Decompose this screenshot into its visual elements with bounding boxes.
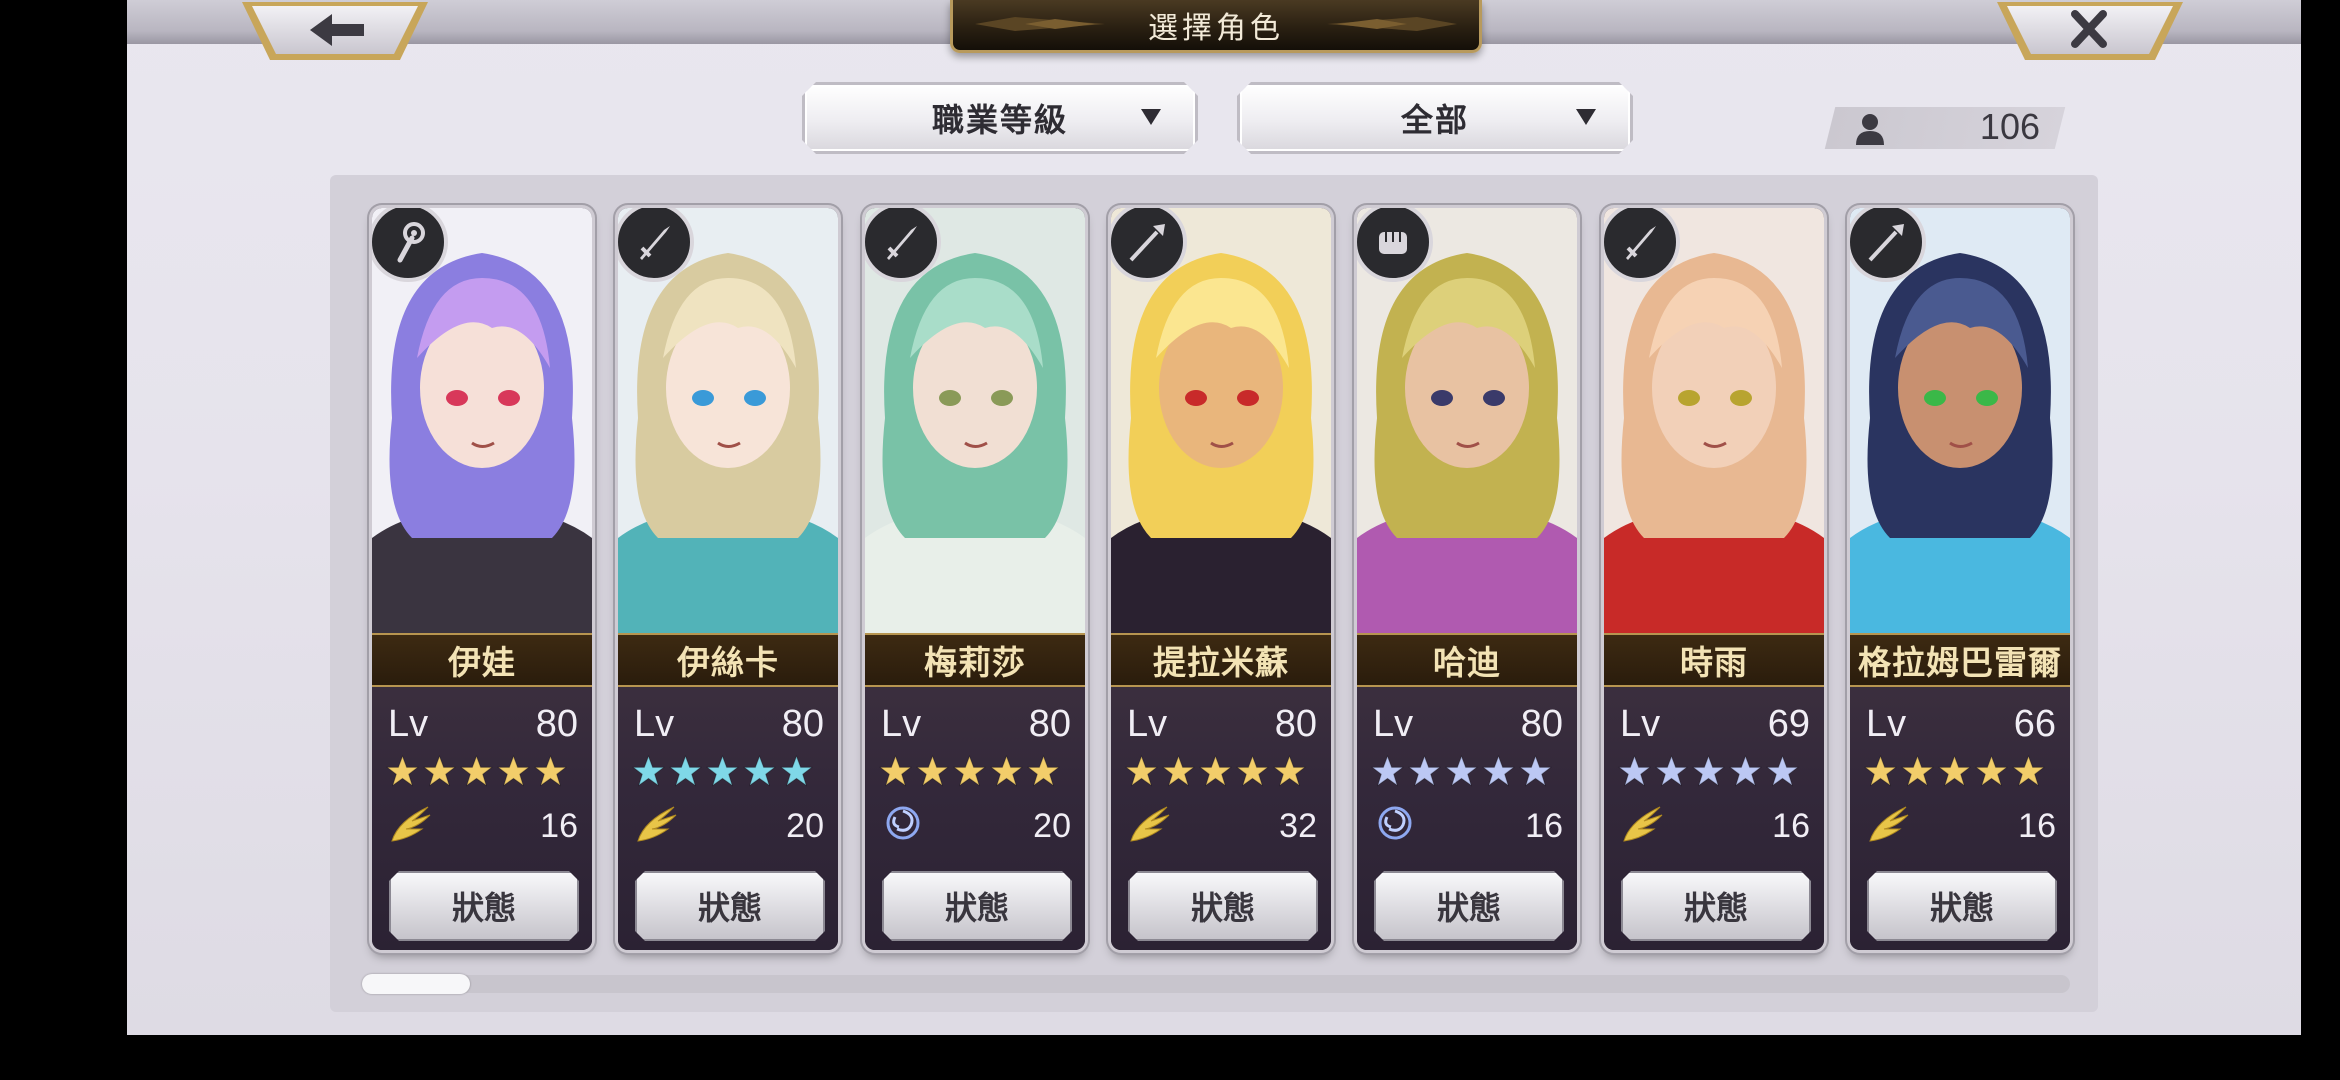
rarity-stars: [879, 755, 1060, 788]
job-level-dropdown-label: 職業等級: [931, 101, 1068, 139]
stat-value: 20: [1033, 807, 1071, 845]
status-button-label: 狀態: [1190, 889, 1255, 927]
status-button-label: 狀態: [1436, 889, 1501, 927]
rarity-stars: [632, 755, 813, 788]
character-card[interactable]: 時雨 Lv 69 16 狀態: [1604, 208, 1824, 950]
title-ornament-right: [1327, 17, 1457, 31]
stat-value: 20: [786, 807, 824, 845]
level-value: 80: [535, 703, 578, 745]
character-name-plate: 提拉米蘇: [1111, 633, 1331, 687]
rarity-stars: [1864, 755, 2045, 788]
character-info: Lv 69 16 狀態: [1604, 683, 1824, 950]
character-card[interactable]: 伊娃 Lv 80 16 狀態: [372, 208, 592, 950]
back-button-frame: [242, 2, 428, 60]
character-name: 伊絲卡: [677, 643, 779, 682]
character-name: 伊娃: [448, 643, 516, 682]
character-info: Lv 80 20 狀態: [865, 683, 1085, 950]
character-name-plate: 梅莉莎: [865, 633, 1085, 687]
character-info: Lv 66 16 狀態: [1850, 683, 2070, 950]
stat-value: 16: [1525, 807, 1563, 845]
character-card[interactable]: 格拉姆巴雷爾 Lv 66 16 狀態: [1850, 208, 2070, 950]
status-button[interactable]: 狀態: [1867, 871, 2057, 941]
status-button[interactable]: 狀態: [1621, 871, 1811, 941]
category-dropdown[interactable]: 全部: [1237, 82, 1633, 154]
category-dropdown-label: 全部: [1400, 101, 1469, 139]
page-title: 選擇角色: [1148, 11, 1284, 46]
level-label: Lv: [1866, 703, 1907, 745]
status-button-label: 狀態: [451, 889, 516, 927]
job-level-dropdown[interactable]: 職業等級: [802, 82, 1198, 154]
character-name: 哈迪: [1433, 643, 1501, 682]
wing-icon: [1620, 803, 1666, 847]
unit-count: 106: [1979, 106, 2040, 147]
character-name: 梅莉莎: [924, 643, 1026, 682]
rarity-stars: [1125, 755, 1306, 788]
back-button[interactable]: [240, 0, 430, 62]
character-name-plate: 哈迪: [1357, 633, 1577, 687]
level-value: 80: [1028, 703, 1071, 745]
character-card[interactable]: 提拉米蘇 Lv 80 32 狀態: [1111, 208, 1331, 950]
level-value: 66: [2013, 703, 2056, 745]
status-button[interactable]: 狀態: [1128, 871, 1318, 941]
status-button-label: 狀態: [1929, 889, 1994, 927]
character-info: Lv 80 16 狀態: [372, 683, 592, 950]
level-label: Lv: [881, 703, 922, 745]
level-label: Lv: [1373, 703, 1414, 745]
title-ornament-left: [975, 17, 1105, 31]
rarity-stars: [1371, 755, 1552, 788]
status-button-label: 狀態: [1683, 889, 1748, 927]
status-button[interactable]: 狀態: [389, 871, 579, 941]
person-icon: [1856, 114, 1884, 145]
character-card[interactable]: 伊絲卡 Lv 80 20 狀態: [618, 208, 838, 950]
status-button[interactable]: 狀態: [635, 871, 825, 941]
level-label: Lv: [1127, 703, 1168, 745]
level-label: Lv: [634, 703, 675, 745]
close-button-frame: [1997, 2, 2183, 60]
swirl-icon: [881, 803, 927, 847]
character-info: Lv 80 20 狀態: [618, 683, 838, 950]
level-value: 80: [781, 703, 824, 745]
character-info: Lv 80 16 狀態: [1357, 683, 1577, 950]
character-info: Lv 80 32 狀態: [1111, 683, 1331, 950]
status-button[interactable]: 狀態: [882, 871, 1072, 941]
title-banner: 選擇角色: [950, 0, 1482, 53]
stat-value: 16: [1772, 807, 1810, 845]
character-name-plate: 伊絲卡: [618, 633, 838, 687]
status-button-label: 狀態: [944, 889, 1009, 927]
character-name-plate: 格拉姆巴雷爾: [1850, 633, 2070, 687]
character-name-plate: 伊娃: [372, 633, 592, 687]
status-button[interactable]: 狀態: [1374, 871, 1564, 941]
scrollbar-thumb[interactable]: [362, 974, 470, 994]
character-card[interactable]: 梅莉莎 Lv 80 20 狀態: [865, 208, 1085, 950]
status-button-label: 狀態: [697, 889, 762, 927]
level-value: 80: [1274, 703, 1317, 745]
chevron-down-icon: [1139, 107, 1163, 127]
wing-icon: [634, 803, 680, 847]
character-card[interactable]: 哈迪 Lv 80 16 狀態: [1357, 208, 1577, 950]
rarity-stars: [1618, 755, 1799, 788]
character-name: 提拉米蘇: [1153, 643, 1289, 682]
swirl-icon: [1373, 803, 1419, 847]
stat-value: 16: [2018, 807, 2056, 845]
level-value: 69: [1767, 703, 1810, 745]
stat-value: 32: [1279, 807, 1317, 845]
chevron-down-icon: [1574, 107, 1598, 127]
rarity-stars: [386, 755, 567, 788]
stat-value: 16: [540, 807, 578, 845]
level-label: Lv: [388, 703, 429, 745]
wing-icon: [1866, 803, 1912, 847]
close-button[interactable]: [1995, 0, 2185, 62]
level-value: 80: [1520, 703, 1563, 745]
character-name: 時雨: [1680, 643, 1748, 682]
character-name-plate: 時雨: [1604, 633, 1824, 687]
level-label: Lv: [1620, 703, 1661, 745]
wing-icon: [388, 803, 434, 847]
character-name: 格拉姆巴雷爾: [1858, 643, 2062, 682]
horizontal-scrollbar[interactable]: [362, 975, 2070, 993]
wing-icon: [1127, 803, 1173, 847]
